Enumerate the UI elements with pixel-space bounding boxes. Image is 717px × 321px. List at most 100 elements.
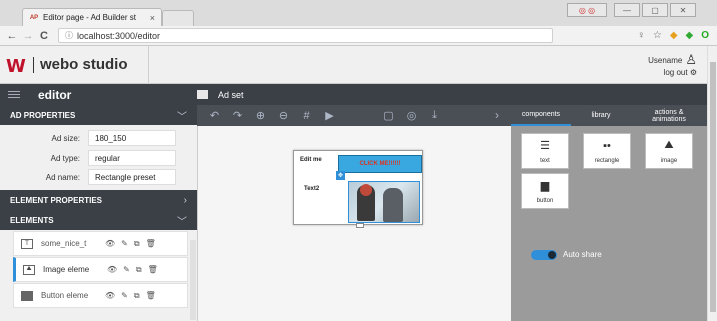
extension-icon[interactable]: ◆ bbox=[670, 30, 678, 41]
page-scrollbar[interactable] bbox=[707, 46, 717, 321]
component-button[interactable]: ▆ button bbox=[521, 173, 569, 209]
chevron-right-icon: › bbox=[183, 194, 187, 206]
app-header: W webo studio Usename ♙ log out ⚙ bbox=[0, 46, 707, 84]
tab-close-button[interactable]: × bbox=[150, 13, 155, 23]
close-window-button[interactable]: ✕ bbox=[670, 3, 696, 17]
prop-row-name: Ad name: Rectangle preset bbox=[0, 168, 197, 186]
ad-text-element[interactable]: Edit me bbox=[300, 157, 322, 163]
forward-icon[interactable]: → bbox=[20, 30, 36, 42]
zoom-out-icon[interactable]: ⊖ bbox=[272, 109, 295, 122]
visibility-icon[interactable]: 👁 bbox=[105, 239, 115, 249]
username: Usename bbox=[648, 55, 683, 65]
canvas-toolbar: ↶ ↷ ⊕ ⊖ # ▶ ▢ ◎ ⤓ › bbox=[197, 105, 511, 126]
left-panel: AD PROPERTIES ﹀ Ad size: 180_150 Ad type… bbox=[0, 105, 197, 321]
delete-icon[interactable]: 🗑 bbox=[146, 239, 156, 249]
extension-icon-3[interactable]: O bbox=[701, 30, 709, 41]
profile-icon[interactable]: ◎ ◎ bbox=[567, 3, 607, 17]
photo-figure bbox=[383, 188, 403, 222]
elements-scrollbar[interactable] bbox=[190, 240, 196, 320]
ad-size-field[interactable]: 180_150 bbox=[88, 130, 176, 146]
ad-name-field[interactable]: Rectangle preset bbox=[88, 169, 176, 185]
star-icon[interactable]: ☆ bbox=[653, 30, 662, 41]
adset-icon bbox=[197, 90, 208, 99]
user-icon[interactable]: ♙ bbox=[685, 52, 697, 68]
duplicate-icon[interactable]: ⧉ bbox=[134, 291, 140, 301]
logo-divider bbox=[33, 57, 34, 73]
minimize-button[interactable]: — bbox=[614, 3, 640, 17]
new-tab-button[interactable] bbox=[162, 10, 194, 26]
ad-properties-header[interactable]: AD PROPERTIES ﹀ bbox=[0, 105, 197, 125]
download-icon[interactable]: ⤓ bbox=[423, 109, 446, 122]
component-image[interactable]: ⛰ image bbox=[645, 133, 693, 169]
logout-link[interactable]: log out ⚙ bbox=[648, 68, 697, 77]
element-row[interactable]: T some_nice_t 👁 ✎ ⧉ 🗑 bbox=[13, 231, 188, 256]
play-icon[interactable]: ▶ bbox=[318, 109, 341, 122]
component-label: button bbox=[536, 198, 554, 204]
grid-icon[interactable]: # bbox=[295, 110, 318, 122]
duplicate-icon[interactable]: ⧉ bbox=[136, 265, 142, 275]
visibility-icon[interactable]: 👁 bbox=[107, 265, 117, 275]
back-icon[interactable]: ← bbox=[4, 30, 20, 42]
zoom-in-icon[interactable]: ⊕ bbox=[249, 109, 272, 122]
editor-title: editor bbox=[38, 87, 72, 102]
reload-icon[interactable]: C bbox=[36, 30, 52, 42]
component-rectangle[interactable]: ▪• rectangle bbox=[583, 133, 631, 169]
element-name: Button eleme bbox=[41, 291, 89, 300]
delete-icon[interactable]: 🗑 bbox=[146, 291, 156, 301]
duplicate-icon[interactable]: ⧉ bbox=[134, 239, 140, 249]
button-icon: ▆ bbox=[540, 180, 550, 192]
info-icon[interactable]: ⓘ bbox=[65, 30, 73, 41]
ad-image-element[interactable] bbox=[348, 181, 420, 223]
text-element-icon: T bbox=[21, 238, 33, 249]
prop-row-size: Ad size: 180_150 bbox=[0, 129, 197, 147]
frame-icon[interactable]: ▢ bbox=[377, 109, 400, 122]
edit-icon[interactable]: ✎ bbox=[121, 239, 128, 249]
resize-handle[interactable] bbox=[356, 223, 364, 228]
prop-label: Ad type: bbox=[50, 153, 80, 163]
menu-icon[interactable] bbox=[8, 91, 20, 98]
window-controls: — ▢ ✕ bbox=[614, 3, 696, 17]
edit-icon[interactable]: ✎ bbox=[123, 265, 130, 275]
component-label: rectangle bbox=[594, 158, 620, 164]
favicon-icon: AP bbox=[29, 14, 39, 21]
undo-icon[interactable]: ↶ bbox=[203, 109, 226, 122]
tab-actions-animations[interactable]: actions & animations bbox=[631, 105, 707, 126]
element-row[interactable]: ⛰ Image eleme 👁 ✎ ⧉ 🗑 bbox=[13, 257, 188, 282]
maximize-button[interactable]: ▢ bbox=[642, 3, 668, 17]
preview-icon[interactable]: ◎ bbox=[400, 109, 423, 122]
ad-preview[interactable]: Edit me CLICK ME!!!!!! ✥ Text2 bbox=[293, 150, 423, 225]
browser-tab[interactable]: AP Editor page - Ad Builder st × bbox=[22, 8, 162, 26]
ad-properties-title: AD PROPERTIES bbox=[10, 110, 76, 120]
element-properties-header[interactable]: ELEMENT PROPERTIES › bbox=[0, 190, 197, 210]
ad-button-element[interactable]: CLICK ME!!!!!! bbox=[338, 155, 422, 173]
delete-icon[interactable]: 🗑 bbox=[148, 265, 158, 275]
tab-library[interactable]: library bbox=[571, 105, 631, 126]
adset-label[interactable]: Ad set bbox=[218, 90, 244, 100]
tab-title: Editor page - Ad Builder st bbox=[43, 13, 136, 22]
scrollbar-thumb[interactable] bbox=[710, 62, 716, 312]
header-separator bbox=[148, 46, 149, 84]
elements-title: ELEMENTS bbox=[10, 215, 54, 225]
url-field[interactable]: ⓘ localhost:3000/editor bbox=[58, 28, 553, 43]
canvas[interactable]: Edit me CLICK ME!!!!!! ✥ Text2 bbox=[197, 126, 511, 321]
image-element-icon: ⛰ bbox=[23, 264, 35, 275]
visibility-icon[interactable]: 👁 bbox=[105, 291, 115, 301]
text-lines-icon: ☰ bbox=[540, 140, 550, 152]
component-label: image bbox=[660, 158, 678, 164]
key-icon[interactable]: ♀ bbox=[637, 30, 645, 41]
move-handle-icon[interactable]: ✥ bbox=[336, 171, 345, 180]
ad-type-field[interactable]: regular bbox=[88, 150, 176, 166]
component-text[interactable]: ☰ text bbox=[521, 133, 569, 169]
logo-icon: W bbox=[6, 56, 26, 77]
ad-text2-element[interactable]: Text2 bbox=[304, 186, 319, 192]
auto-share-toggle[interactable] bbox=[531, 250, 557, 260]
edit-icon[interactable]: ✎ bbox=[121, 291, 128, 301]
element-properties-title: ELEMENT PROPERTIES bbox=[10, 195, 103, 205]
extension-icon-2[interactable]: ◆ bbox=[686, 30, 694, 41]
chevron-right-icon[interactable]: › bbox=[495, 108, 499, 122]
elements-header[interactable]: ELEMENTS ﹀ bbox=[0, 210, 197, 230]
element-row[interactable]: Button eleme 👁 ✎ ⧉ 🗑 bbox=[13, 283, 188, 308]
redo-icon[interactable]: ↷ bbox=[226, 109, 249, 122]
chevron-down-icon: ﹀ bbox=[177, 111, 187, 123]
tab-components[interactable]: components bbox=[511, 105, 571, 126]
